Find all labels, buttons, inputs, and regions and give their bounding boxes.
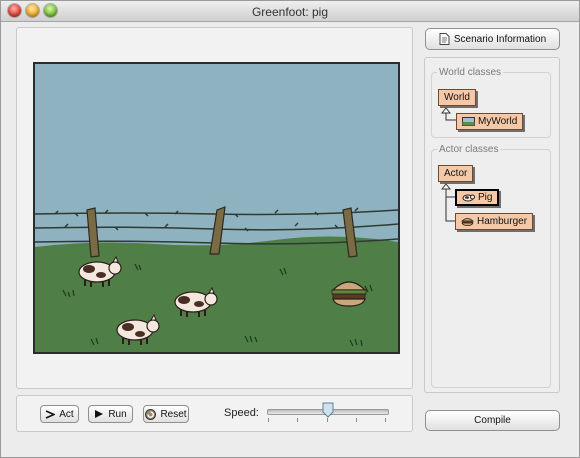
title-bar: Greenfoot: pig [1,1,579,22]
reset-button[interactable]: Reset [143,405,189,423]
speed-slider-thumb[interactable] [322,402,334,418]
scenario-information-button[interactable]: Scenario Information [425,28,560,50]
slider-tick [327,418,328,422]
run-label: Run [108,408,127,420]
class-actor-label: Actor [444,168,468,179]
pig-icon [462,194,475,202]
speed-label: Speed: [224,407,259,419]
compile-label: Compile [474,415,511,426]
class-actor[interactable]: Actor [438,165,474,182]
document-icon [439,33,450,45]
reset-icon [145,408,157,420]
world-view[interactable] [33,62,400,354]
class-pig-label: Pig [478,192,493,203]
slider-tick [356,418,357,422]
window-title: Greenfoot: pig [251,5,329,19]
landscape-icon [462,117,475,126]
actor-classes-heading: Actor classes [437,144,501,155]
hamburger-icon [461,218,474,226]
reset-label: Reset [160,408,187,420]
class-hamburger[interactable]: Hamburger [455,213,534,230]
slider-tick [297,418,298,422]
class-myworld-label: MyWorld [478,116,518,127]
slider-tick [385,418,386,422]
world-scene [35,64,398,352]
class-pig[interactable]: Pig [455,189,500,206]
class-world[interactable]: World [438,89,476,106]
step-icon [45,409,56,419]
compile-button[interactable]: Compile [425,410,560,431]
class-hamburger-label: Hamburger [477,216,528,227]
act-label: Act [59,408,74,420]
class-world-label: World [444,92,470,103]
world-classes-heading: World classes [437,67,504,78]
act-button[interactable]: Act [40,405,79,423]
class-myworld[interactable]: MyWorld [456,113,524,130]
slider-tick [268,418,269,422]
run-button[interactable]: Run [88,405,133,423]
play-icon [95,410,104,418]
scenario-information-label: Scenario Information [453,33,547,45]
